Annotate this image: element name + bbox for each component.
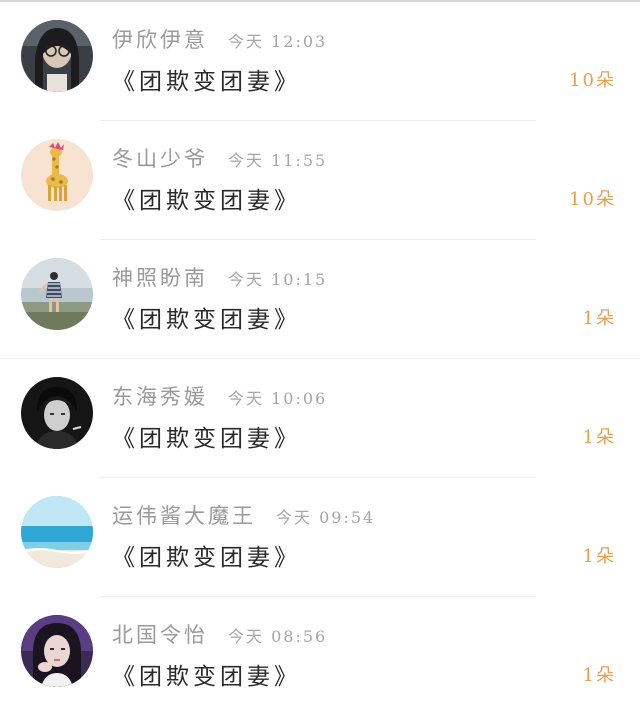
gift-title: 《团欺变团妻》 (112, 69, 301, 95)
send-time: 今天 11:55 (228, 151, 328, 170)
avatar[interactable] (21, 615, 93, 687)
sender-name[interactable]: 运伟酱大魔王 (112, 500, 256, 530)
avatar[interactable] (21, 377, 93, 449)
send-time: 今天 10:06 (228, 389, 328, 408)
flower-count: 1朵 (582, 308, 616, 329)
avatar-girl-glasses-icon (21, 20, 93, 92)
gift-title: 《团欺变团妻》 (112, 307, 301, 333)
record-meta: 运伟酱大魔王 今天 09:54 (112, 500, 375, 528)
flower-count: 1朵 (582, 546, 616, 567)
avatar-girl-purple-icon (21, 615, 93, 687)
flower-count: 1朵 (582, 665, 616, 686)
list-item[interactable]: 神照盼南 今天 10:15 《团欺变团妻》 1朵 (0, 240, 640, 359)
sender-name[interactable]: 冬山少爷 (112, 143, 208, 173)
flower-count: 10朵 (569, 70, 616, 91)
avatar[interactable] (21, 139, 93, 211)
gift-title: 《团欺变团妻》 (112, 545, 301, 571)
send-time: 今天 12:03 (228, 32, 328, 51)
avatar-sea-horizon-icon (21, 496, 93, 568)
send-time: 今天 10:15 (228, 270, 328, 289)
record-meta: 伊欣伊意 今天 12:03 (112, 24, 327, 52)
sender-name[interactable]: 伊欣伊意 (112, 24, 208, 54)
avatar-beach-person-icon (21, 258, 93, 330)
list-item[interactable]: 运伟酱大魔王 今天 09:54 《团欺变团妻》 1朵 (0, 478, 640, 597)
list-item[interactable]: 东海秀媛 今天 10:06 《团欺变团妻》 1朵 (0, 359, 640, 478)
gift-record-list: 伊欣伊意 今天 12:03 《团欺变团妻》 10朵 冬山少爷 今天 11:55 … (0, 2, 640, 716)
record-meta: 东海秀媛 今天 10:06 (112, 381, 327, 409)
sender-name[interactable]: 北国令怡 (112, 619, 208, 649)
flower-count: 1朵 (582, 427, 616, 448)
send-time: 今天 09:54 (276, 508, 376, 527)
record-meta: 神照盼南 今天 10:15 (112, 262, 327, 290)
record-meta: 北国令怡 今天 08:56 (112, 619, 327, 647)
flower-count: 10朵 (569, 189, 616, 210)
list-item[interactable]: 冬山少爷 今天 11:55 《团欺变团妻》 10朵 (0, 121, 640, 240)
list-item[interactable]: 北国令怡 今天 08:56 《团欺变团妻》 1朵 (0, 597, 640, 716)
sender-name[interactable]: 神照盼南 (112, 262, 208, 292)
gift-title: 《团欺变团妻》 (112, 664, 301, 690)
gift-title: 《团欺变团妻》 (112, 188, 301, 214)
gift-title: 《团欺变团妻》 (112, 426, 301, 452)
avatar-bw-boy-icon (21, 377, 93, 449)
sender-name[interactable]: 东海秀媛 (112, 381, 208, 411)
avatar[interactable] (21, 496, 93, 568)
avatar-giraffe-icon (21, 139, 93, 211)
record-meta: 冬山少爷 今天 11:55 (112, 143, 327, 171)
avatar[interactable] (21, 20, 93, 92)
send-time: 今天 08:56 (228, 627, 328, 646)
list-item[interactable]: 伊欣伊意 今天 12:03 《团欺变团妻》 10朵 (0, 2, 640, 121)
avatar[interactable] (21, 258, 93, 330)
